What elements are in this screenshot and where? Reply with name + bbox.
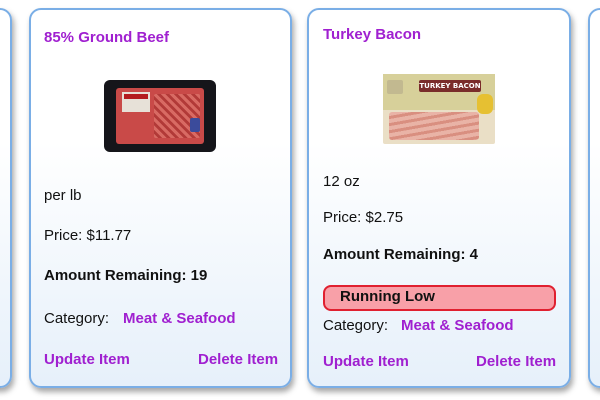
category-value: Meat & Seafood — [401, 317, 514, 334]
running-low-badge: Running Low — [323, 285, 556, 311]
partial-product-card-left — [0, 8, 12, 388]
partial-product-card-right — [588, 8, 600, 388]
product-unit: 12 oz — [323, 173, 360, 190]
product-unit: per lb — [44, 187, 82, 204]
product-price: Price: $2.75 — [323, 209, 404, 226]
product-card: Turkey Bacon TURKEY BACON 12 oz Price: $… — [307, 8, 571, 388]
ground-beef-image — [104, 80, 216, 152]
product-price: Price: $11.77 — [44, 227, 132, 244]
category-value: Meat & Seafood — [123, 310, 236, 327]
product-title: Turkey Bacon — [323, 26, 422, 43]
category-label: Category: — [323, 317, 389, 334]
update-item-button[interactable]: Update Item — [44, 351, 130, 368]
product-card: 85% Ground Beef per lb Price: $11.77 Amo… — [29, 8, 292, 388]
category-label: Category: — [44, 310, 110, 327]
turkey-bacon-image: TURKEY BACON — [383, 74, 495, 146]
amount-remaining: Amount Remaining: 19 — [44, 267, 208, 284]
update-item-button[interactable]: Update Item — [323, 353, 409, 370]
product-title: 85% Ground Beef — [44, 29, 170, 46]
amount-remaining: Amount Remaining: 4 — [323, 246, 479, 263]
delete-item-button[interactable]: Delete Item — [476, 353, 556, 370]
delete-item-button[interactable]: Delete Item — [198, 351, 278, 368]
